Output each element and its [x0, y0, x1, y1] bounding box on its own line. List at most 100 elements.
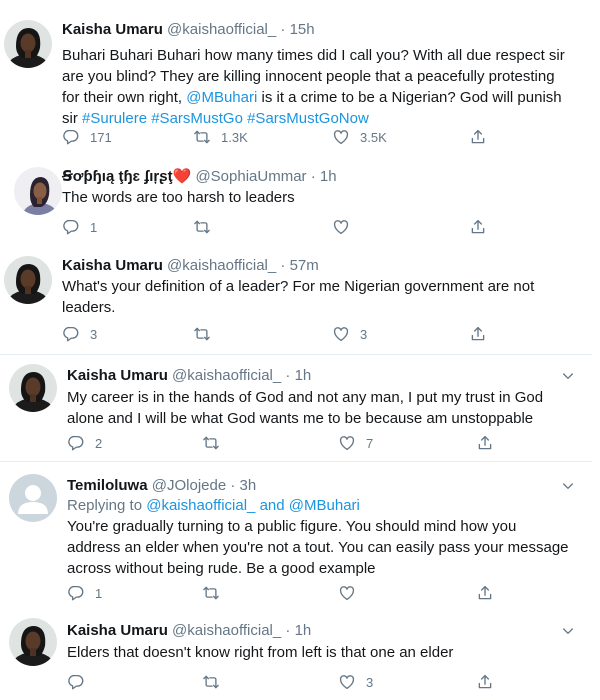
- display-name[interactable]: Kaisha Umaru: [62, 21, 163, 38]
- display-name[interactable]: Kaisha Umaru: [67, 367, 168, 384]
- tweet-actions: 1: [67, 583, 507, 603]
- tweet-header: Kaisha Umaru @kaishaofficial_ · 1h: [67, 367, 311, 385]
- tweet-header: Kaisha Umaru @kaishaofficial_ · 15h: [62, 21, 315, 39]
- separator-dot: ·: [310, 168, 316, 185]
- reply-button[interactable]: 2: [67, 433, 102, 453]
- avatar[interactable]: [4, 256, 52, 304]
- reply-icon: [67, 434, 85, 452]
- like-button[interactable]: 3: [332, 324, 367, 344]
- tweet[interactable]: Temiloluwa @JOlojede · 3h Replying to @k…: [0, 462, 592, 610]
- handle[interactable]: @JOlojede: [152, 477, 226, 494]
- reply-count: 171: [90, 129, 112, 145]
- reply-button[interactable]: 1: [62, 217, 97, 237]
- retweet-button[interactable]: [193, 324, 221, 344]
- share-button[interactable]: [476, 433, 494, 453]
- share-button[interactable]: [469, 217, 487, 237]
- mention-link[interactable]: @MBuhari: [186, 89, 257, 106]
- share-button[interactable]: [476, 583, 494, 603]
- tweet[interactable]: Kaisha Umaru @kaishaofficial_ · 1h My ca…: [0, 355, 592, 460]
- reply-button[interactable]: 171: [62, 127, 112, 147]
- like-count: 7: [366, 435, 374, 451]
- display-name[interactable]: Temiloluwa: [67, 477, 148, 494]
- like-button[interactable]: 3.5K: [332, 127, 387, 147]
- share-icon: [469, 128, 487, 146]
- reply-icon: [62, 128, 80, 146]
- tweet[interactable]: Ꞩơƥɧıą ţɧɛ ʄıŗʂţ❤️ @SophiaUmmar · 1h The…: [0, 160, 592, 250]
- display-name[interactable]: Kaisha Umaru: [62, 257, 163, 274]
- reply-button[interactable]: 1: [67, 583, 102, 603]
- separator-dot: ·: [285, 367, 291, 384]
- retweet-icon: [202, 673, 220, 691]
- like-button[interactable]: 3: [338, 672, 373, 692]
- timestamp[interactable]: 3h: [240, 477, 257, 494]
- avatar[interactable]: [9, 364, 57, 412]
- chevron-down-icon[interactable]: [560, 368, 576, 384]
- chevron-down-icon[interactable]: [560, 623, 576, 639]
- timestamp[interactable]: 57m: [290, 257, 319, 274]
- avatar[interactable]: [9, 474, 57, 522]
- retweet-button[interactable]: [193, 217, 221, 237]
- tweet-actions: 2 7: [67, 433, 507, 453]
- retweet-icon: [202, 584, 220, 602]
- hashtag-link[interactable]: #SarsMustGo: [151, 110, 243, 127]
- timestamp[interactable]: 1h: [320, 168, 337, 185]
- like-count: 3.5K: [360, 129, 387, 145]
- share-button[interactable]: [469, 127, 487, 147]
- replying-to-user[interactable]: @MBuhari: [289, 497, 360, 514]
- timestamp[interactable]: 1h: [295, 367, 312, 384]
- like-count: 3: [360, 326, 368, 342]
- reply-icon: [67, 673, 85, 691]
- like-icon: [338, 673, 356, 691]
- retweet-button[interactable]: [202, 583, 230, 603]
- retweet-count: 1.3K: [221, 129, 248, 145]
- replying-to-label: Replying to: [67, 497, 143, 514]
- avatar[interactable]: [4, 20, 52, 68]
- chevron-down-icon[interactable]: [560, 478, 576, 494]
- like-button[interactable]: 7: [338, 433, 373, 453]
- share-icon: [476, 584, 494, 602]
- avatar[interactable]: [14, 167, 62, 215]
- tweet[interactable]: Kaisha Umaru @kaishaofficial_ · 57m What…: [0, 250, 592, 350]
- reply-count: 3: [90, 326, 98, 342]
- like-icon: [332, 128, 350, 146]
- share-button[interactable]: [469, 324, 487, 344]
- like-icon: [338, 584, 356, 602]
- handle[interactable]: @SophiaUmmar: [195, 168, 306, 185]
- share-icon: [476, 434, 494, 452]
- like-icon: [332, 218, 350, 236]
- retweet-button[interactable]: [202, 433, 230, 453]
- reply-icon: [62, 218, 80, 236]
- reply-icon: [67, 584, 85, 602]
- separator-dot: ·: [280, 257, 286, 274]
- replying-to-user[interactable]: @kaishaofficial_: [146, 497, 255, 514]
- tweet[interactable]: Kaisha Umaru @kaishaofficial_ · 1h Elder…: [0, 610, 592, 700]
- handle[interactable]: @kaishaofficial_: [167, 257, 276, 274]
- reply-button[interactable]: [67, 672, 95, 692]
- handle[interactable]: @kaishaofficial_: [167, 21, 276, 38]
- separator-dot: ·: [230, 477, 236, 494]
- share-button[interactable]: [476, 672, 494, 692]
- avatar[interactable]: [9, 618, 57, 666]
- tweet[interactable]: Kaisha Umaru @kaishaofficial_ · 15h Buha…: [0, 0, 592, 160]
- reply-count: 1: [90, 219, 98, 235]
- share-icon: [476, 673, 494, 691]
- display-name[interactable]: Kaisha Umaru: [67, 622, 168, 639]
- separator-dot: ·: [285, 622, 291, 639]
- tweet-text: Buhari Buhari Buhari how many times did …: [62, 45, 572, 129]
- retweet-icon: [193, 218, 211, 236]
- share-icon: [469, 325, 487, 343]
- handle[interactable]: @kaishaofficial_: [172, 367, 281, 384]
- retweet-button[interactable]: 1.3K: [193, 127, 248, 147]
- handle[interactable]: @kaishaofficial_: [172, 622, 281, 639]
- hashtag-link[interactable]: #SarsMustGoNow: [247, 110, 369, 127]
- timestamp[interactable]: 1h: [295, 622, 312, 639]
- like-button[interactable]: [338, 583, 366, 603]
- retweet-button[interactable]: [202, 672, 230, 692]
- tweet-actions: 1: [62, 217, 502, 237]
- retweet-icon: [193, 128, 211, 146]
- timestamp[interactable]: 15h: [290, 21, 315, 38]
- reply-button[interactable]: 3: [62, 324, 97, 344]
- display-name[interactable]: Ꞩơƥɧıą ţɧɛ ʄıŗʂţ: [62, 168, 173, 185]
- like-button[interactable]: [332, 217, 360, 237]
- hashtag-link[interactable]: #Surulere: [82, 110, 147, 127]
